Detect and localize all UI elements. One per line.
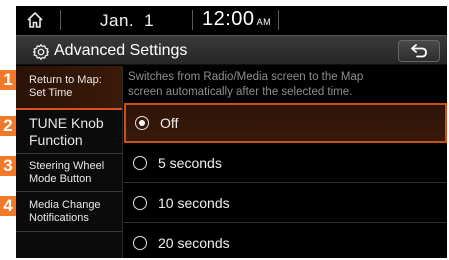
menu-label-line: Media Change [29,198,101,211]
menu-item-label: Media Change Notifications [29,199,101,225]
title-bar: Advanced Settings [16,35,447,65]
menu-item-media-change[interactable]: Media Change Notifications [16,192,122,232]
radio-unselected-icon [133,155,147,170]
date-month: Jan. [100,11,135,30]
option-5-seconds[interactable]: 5 seconds [124,143,447,183]
menu-label-line: Set Time [29,87,73,99]
home-icon [27,12,43,28]
description-line: Switches from Radio/Media screen to the … [128,71,364,83]
menu-label-line: Steering Wheel [29,159,105,172]
menu-label-line: TUNE Knob [29,114,104,131]
option-label: Off [160,115,179,131]
menu-item-tune-knob[interactable]: TUNE Knob Function [16,110,122,154]
head-unit-screen: Jan. 1 12:00 AM Advanced Settings Return t… [16,6,447,258]
status-separator [192,10,193,30]
status-separator [278,10,279,30]
callout-4: 4 [0,196,16,216]
clock-ampm: AM [256,17,272,27]
menu-label-line: Mode Button [29,172,92,185]
menu-item-label: Return to Map: Set Time [29,74,102,100]
menu-item-return-to-map[interactable]: Return to Map: Set Time [16,66,122,110]
gear-icon [32,43,50,61]
option-label: 5 seconds [158,154,222,171]
callout-2: 2 [0,116,16,136]
option-off[interactable]: Off [124,103,447,143]
description-line: screen automatically after the selected … [128,86,353,98]
menu-item-steering-wheel[interactable]: Steering Wheel Mode Button [16,154,122,192]
callout-3: 3 [0,156,16,176]
clock-time: 12:00 [202,8,255,30]
setting-description: Switches from Radio/Media screen to the … [128,70,444,100]
status-clock: 12:00 AM [202,8,271,31]
page-title: Advanced Settings [54,42,188,59]
option-20-seconds[interactable]: 20 seconds [124,223,447,258]
radio-selected-icon [135,116,149,130]
menu-divider [122,66,123,258]
menu-label-line: Notifications [29,211,89,224]
back-arrow-icon [411,44,427,58]
radio-unselected-icon [133,195,147,210]
option-label: 10 seconds [158,194,230,211]
status-date: Jan. 1 [100,11,154,31]
radio-unselected-icon [133,236,147,250]
home-button[interactable] [23,8,47,32]
menu-item-label: TUNE Knob Function [29,115,104,149]
menu-item-label: Steering Wheel Mode Button [29,160,104,186]
settings-menu: Return to Map: Set Time TUNE Knob Functi… [16,66,122,258]
status-separator [60,10,61,30]
callout-1: 1 [0,70,16,90]
back-button[interactable] [398,40,440,62]
menu-label-line: Return to Map: [29,74,102,86]
option-label: 20 seconds [158,235,230,251]
menu-label-line: Function [29,131,83,148]
status-bar: Jan. 1 12:00 AM [16,6,447,34]
date-day: 1 [144,11,155,30]
option-10-seconds[interactable]: 10 seconds [124,183,447,223]
